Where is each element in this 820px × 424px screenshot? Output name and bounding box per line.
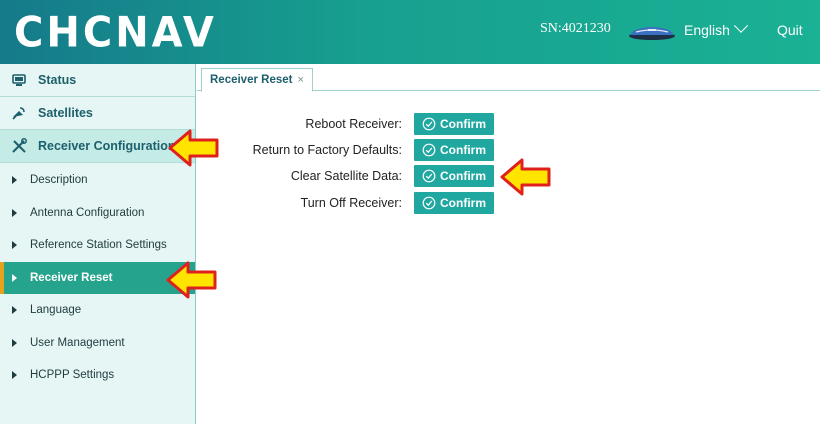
sidebar-item-label: Status bbox=[38, 73, 77, 87]
turn-off-receiver-label: Turn Off Receiver: bbox=[300, 196, 402, 210]
sidebar-item-label: Language bbox=[30, 304, 82, 317]
reset-row-factory-defaults: Return to Factory Defaults: Confirm bbox=[0, 139, 820, 161]
caret-right-icon bbox=[12, 241, 17, 250]
serial-number: SN:4021230 bbox=[540, 21, 611, 36]
confirm-label: Confirm bbox=[440, 117, 486, 131]
caret-right-icon bbox=[12, 306, 17, 315]
confirm-label: Confirm bbox=[440, 143, 486, 157]
tab-receiver-reset[interactable]: Receiver Reset × bbox=[201, 68, 313, 92]
sidebar-item-label: HCPPP Settings bbox=[30, 369, 115, 382]
reset-row-turn-off: Turn Off Receiver: Confirm bbox=[0, 192, 820, 214]
language-label: English bbox=[684, 22, 730, 38]
check-circle-icon bbox=[422, 117, 436, 131]
tab-bar: Receiver Reset × bbox=[197, 64, 820, 92]
reset-row-clear-satellite-data: Clear Satellite Data: Confirm bbox=[0, 165, 820, 187]
sidebar-item-status[interactable]: Status bbox=[0, 64, 195, 97]
chevron-down-icon bbox=[733, 18, 748, 33]
factory-defaults-confirm-button[interactable]: Confirm bbox=[414, 139, 494, 161]
caret-right-icon bbox=[12, 371, 17, 380]
check-circle-icon bbox=[422, 143, 436, 157]
top-header: CHCNAV SN:4021230 English Quit bbox=[0, 0, 820, 64]
close-icon[interactable]: × bbox=[297, 74, 303, 86]
status-icon bbox=[10, 71, 28, 89]
sidebar-item-reference-station-settings[interactable]: Reference Station Settings bbox=[0, 229, 195, 262]
receiver-device-icon bbox=[629, 27, 675, 40]
sidebar-item-hcppp-settings[interactable]: HCPPP Settings bbox=[0, 359, 195, 392]
sidebar-item-label: User Management bbox=[30, 336, 125, 349]
chcnav-logo: CHCNAV bbox=[14, 8, 217, 58]
arrow-annotation-icon bbox=[166, 261, 217, 299]
quit-button[interactable]: Quit bbox=[777, 22, 803, 38]
caret-right-icon bbox=[12, 338, 17, 347]
clear-satellite-data-label: Clear Satellite Data: bbox=[290, 169, 402, 183]
confirm-label: Confirm bbox=[440, 196, 486, 210]
sidebar-item-label: Receiver Reset bbox=[30, 271, 113, 284]
reboot-confirm-button[interactable]: Confirm bbox=[414, 113, 494, 135]
check-circle-icon bbox=[422, 169, 436, 183]
reset-row-reboot: Reboot Receiver: Confirm bbox=[0, 113, 820, 135]
clear-satellite-data-confirm-button[interactable]: Confirm bbox=[414, 165, 494, 187]
turn-off-confirm-button[interactable]: Confirm bbox=[414, 192, 494, 214]
check-circle-icon bbox=[422, 196, 436, 210]
arrow-annotation-icon bbox=[168, 129, 219, 167]
tab-label: Receiver Reset bbox=[210, 74, 293, 86]
caret-right-icon bbox=[12, 273, 17, 282]
sidebar-item-label: Reference Station Settings bbox=[30, 239, 167, 252]
logo-text: CHCNAV bbox=[14, 8, 217, 58]
sidebar-item-user-management[interactable]: User Management bbox=[0, 327, 195, 360]
language-selector[interactable]: English bbox=[684, 18, 748, 38]
confirm-label: Confirm bbox=[440, 169, 486, 183]
arrow-annotation-icon bbox=[500, 158, 551, 196]
